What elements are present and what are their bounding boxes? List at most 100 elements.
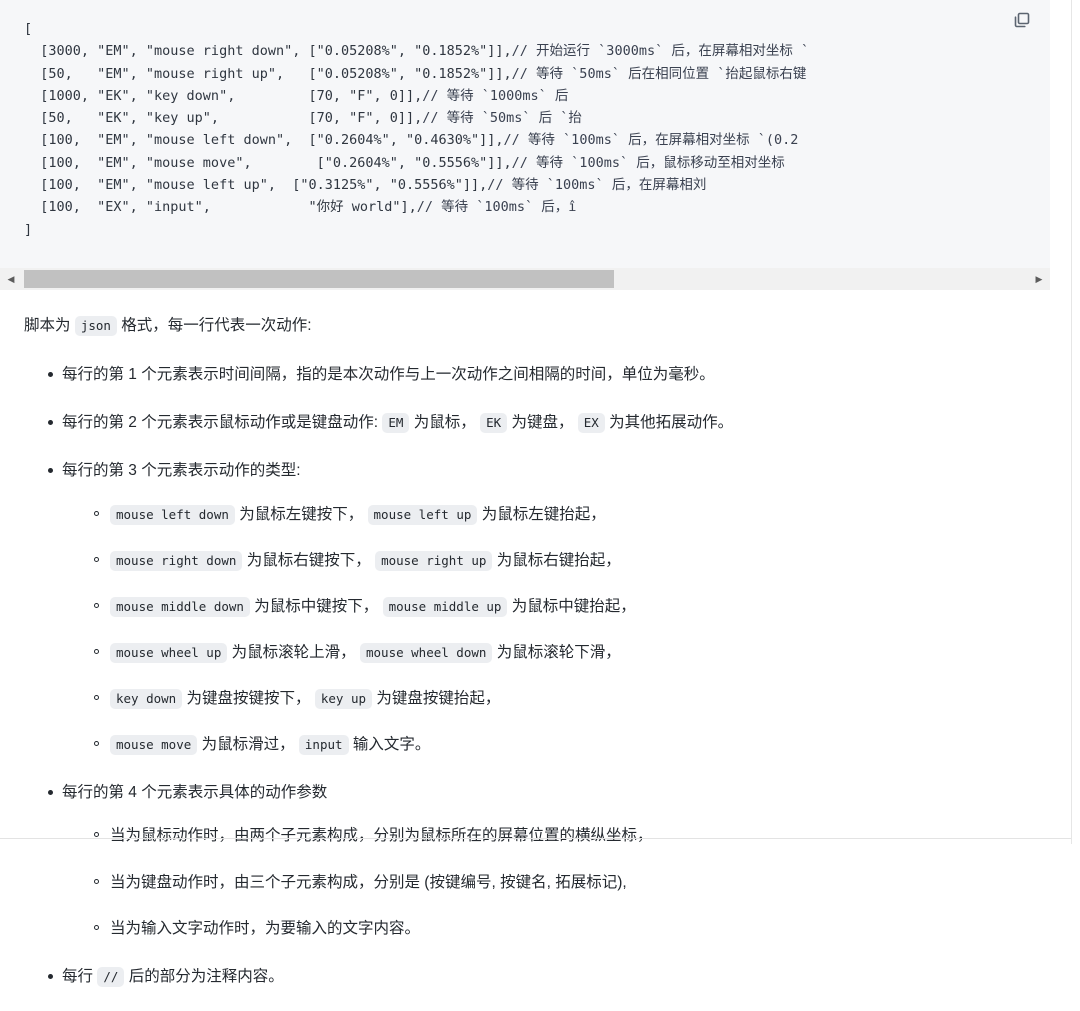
content-column-right-border [1071, 0, 1072, 844]
inline-code-input: input [298, 735, 349, 756]
page-root: [ [3000, "EM", "mouse right down", ["0.0… [0, 0, 1080, 987]
code-line-text: [100, "EX", "input", "你好 world"], [24, 199, 417, 216]
scroll-right-arrow-icon[interactable]: ▶ [1028, 268, 1050, 290]
mouse-middle-down-desc: 为鼠标中键按下， [254, 597, 379, 615]
code-line-text: [50, "EK", "key up", [70, "F", 0]], [24, 110, 423, 127]
code-line-text: [100, "EM", "mouse left down", ["0.2604%… [24, 132, 504, 149]
code-line-text: [ [24, 21, 33, 37]
code-line-comment: // 等待 `50ms` 后在相同位置 `抬起鼠标右键 [511, 65, 807, 82]
list-item-element-3: 每行的第 3 个元素表示动作的类型: mouse left down 为鼠标左键… [48, 457, 1057, 758]
code-line-comment: // 等待 `1000ms` 后 [422, 87, 577, 104]
inline-code-mouse-middle-up: mouse middle up [382, 596, 508, 617]
list-item-mouse-middle: mouse middle down 为鼠标中键按下， mouse middle … [94, 593, 1057, 620]
inline-code-key-down: key down [110, 689, 183, 709]
code-line: [3000, "EM", "mouse right down", ["0.052… [24, 43, 809, 59]
code-line: [100, "EX", "input", "你好 world"],// 等待 `… [24, 199, 576, 215]
scrollbar-thumb[interactable] [24, 270, 614, 288]
list-item-element-1: 每行的第 1 个元素表示时间间隔，指的是本次动作与上一次动作之间相隔的时间，单位… [48, 361, 1057, 388]
mouse-right-up-desc: 为鼠标右键抬起， [496, 551, 621, 569]
list-item-mouse-left: mouse left down 为鼠标左键按下， mouse left up 为… [94, 501, 1057, 528]
inline-code-json: json [74, 316, 117, 336]
code-line-comment: // 等待 `100ms` 后，在屏幕相对坐标 `(0.2 [503, 132, 799, 149]
param-sublist: 当为鼠标动作时，由两个子元素构成，分别为鼠标所在的屏幕位置的横纵坐标， 当为键盘… [62, 822, 1057, 941]
intro-text-before: 脚本为 [24, 317, 71, 334]
list-item-mouse-wheel: mouse wheel up 为鼠标滚轮上滑， mouse wheel down… [94, 639, 1057, 666]
inline-code-double-slash: // [97, 966, 125, 987]
element-4-lead: 每行的第 4 个元素表示具体的动作参数 [62, 784, 328, 802]
code-line: [ [24, 21, 32, 37]
code-line-comment: // 等待 `100ms` 后，鼠标移动至相对坐标 [511, 154, 785, 171]
code-line: [50, "EM", "mouse right up", ["0.05208%"… [24, 66, 806, 82]
inline-code-mouse-left-down: mouse left down [110, 504, 235, 525]
element-2-text-3: 为其他拓展动作。 [609, 414, 734, 432]
mouse-left-down-desc: 为鼠标左键按下， [239, 505, 364, 523]
element-1-text: 每行的第 1 个元素表示时间间隔，指的是本次动作与上一次动作之间相隔的时间，单位… [62, 366, 715, 384]
section-divider [0, 838, 1071, 839]
intro-text-after: 格式，每一行代表一次动作: [121, 317, 312, 334]
intro-paragraph: 脚本为 json 格式，每一行代表一次动作: [24, 312, 1057, 339]
param-input-text: 当为输入文字动作时，为要输入的文字内容。 [110, 919, 421, 937]
inline-code-em: EM [382, 413, 410, 434]
element-2-text-1: 为鼠标， [413, 414, 476, 432]
code-line-text: [100, "EM", "mouse move", ["0.2604%", "0… [24, 154, 512, 171]
comment-note-before: 每行 [62, 967, 94, 985]
code-block: [ [3000, "EM", "mouse right down", ["0.0… [0, 0, 1050, 290]
mouse-middle-up-desc: 为鼠标中键抬起， [511, 597, 636, 615]
code-line-comment: // 开始运行 `3000ms` 后，在屏幕相对坐标 ` [511, 43, 810, 60]
code-line-text: [1000, "EK", "key down", [70, "F", 0]], [24, 87, 423, 104]
param-keyboard-text: 当为键盘动作时，由三个子元素构成，分别是 (按键编号, 按键名, 拓展标记), [110, 873, 627, 891]
list-item-element-4: 每行的第 4 个元素表示具体的动作参数 当为鼠标动作时，由两个子元素构成，分别为… [48, 779, 1057, 942]
code-line: [100, "EM", "mouse left up", ["0.3125%",… [24, 177, 706, 193]
list-item-param-input: 当为输入文字动作时，为要输入的文字内容。 [94, 915, 1057, 942]
inline-code-mouse-left-up: mouse left up [367, 504, 478, 525]
horizontal-scrollbar[interactable]: ◀ ▶ [0, 268, 1050, 290]
list-item-key: key down 为键盘按键按下， key up 为键盘按键抬起， [94, 685, 1057, 712]
spec-list: 每行的第 1 个元素表示时间间隔，指的是本次动作与上一次动作之间相隔的时间，单位… [24, 361, 1057, 990]
code-line-comment: // 等待 `100ms` 后，î [416, 199, 577, 216]
code-line: [100, "EM", "mouse left down", ["0.2604%… [24, 132, 798, 148]
description-section: 脚本为 json 格式，每一行代表一次动作: 每行的第 1 个元素表示时间间隔，… [0, 300, 1071, 1011]
element-3-lead: 每行的第 3 个元素表示动作的类型: [62, 462, 301, 480]
mouse-move-desc: 为鼠标滑过， [201, 736, 295, 754]
param-mouse-text: 当为鼠标动作时，由两个子元素构成，分别为鼠标所在的屏幕位置的横纵坐标， [110, 827, 653, 845]
code-line-text: [3000, "EM", "mouse right down", ["0.052… [24, 43, 512, 60]
key-up-desc: 为键盘按键抬起， [376, 690, 501, 707]
mouse-left-up-desc: 为鼠标左键抬起， [481, 505, 606, 523]
list-item-mouse-move-input: mouse move 为鼠标滑过， input 输入文字。 [94, 731, 1057, 758]
key-down-desc: 为键盘按键按下， [186, 690, 311, 707]
comment-note-after: 后的部分为注释内容。 [128, 967, 284, 985]
inline-code-ek: EK [480, 413, 508, 434]
code-line-text: ] [24, 221, 33, 238]
list-item-mouse-right: mouse right down 为鼠标右键按下， mouse right up… [94, 547, 1057, 574]
code-line-text: [100, "EM", "mouse left up", ["0.3125%",… [24, 177, 488, 194]
inline-code-key-up: key up [314, 689, 373, 709]
code-line-comment: // 等待 `100ms` 后，在屏幕相刘 [487, 177, 707, 194]
element-2-text-2: 为键盘， [511, 414, 574, 432]
code-line: [50, "EK", "key up", [70, "F", 0]],// 等待… [24, 110, 582, 126]
code-content: [ [3000, "EM", "mouse right down", ["0.0… [0, 0, 1050, 241]
inline-code-mouse-right-up: mouse right up [375, 550, 493, 571]
code-line: ] [24, 222, 32, 238]
inline-code-ex: EX [577, 413, 605, 434]
mouse-wheel-down-desc: 为鼠标滚轮下滑， [496, 643, 621, 661]
code-line-comment: // 等待 `50ms` 后 `抬 [422, 110, 582, 127]
code-line: [100, "EM", "mouse move", ["0.2604%", "0… [24, 154, 785, 171]
action-type-sublist: mouse left down 为鼠标左键按下， mouse left up 为… [62, 501, 1057, 759]
copy-icon[interactable] [1010, 8, 1034, 32]
list-item-comment-note: 每行 // 后的部分为注释内容。 [48, 963, 1057, 990]
list-item-param-keyboard: 当为键盘动作时，由三个子元素构成，分别是 (按键编号, 按键名, 拓展标记), [94, 869, 1057, 896]
mouse-right-down-desc: 为鼠标右键按下， [246, 551, 371, 569]
scroll-left-arrow-icon[interactable]: ◀ [0, 268, 22, 290]
scrollbar-track[interactable] [22, 268, 1028, 290]
inline-code-mouse-wheel-down: mouse wheel down [360, 642, 493, 663]
code-line-text: [50, "EM", "mouse right up", ["0.05208%"… [24, 65, 512, 82]
inline-code-mouse-middle-down: mouse middle down [110, 596, 250, 617]
input-desc: 输入文字。 [352, 736, 431, 754]
inline-code-mouse-move: mouse move [110, 735, 198, 756]
inline-code-mouse-right-down: mouse right down [110, 550, 243, 571]
inline-code-mouse-wheel-up: mouse wheel up [110, 642, 228, 663]
code-scroll-viewport[interactable]: [ [3000, "EM", "mouse right down", ["0.0… [0, 0, 1050, 262]
list-item-element-2: 每行的第 2 个元素表示鼠标动作或是键盘动作: EM 为鼠标， EK 为键盘， … [48, 409, 1057, 436]
mouse-wheel-up-desc: 为鼠标滚轮上滑， [231, 643, 356, 661]
element-2-lead: 每行的第 2 个元素表示鼠标动作或是键盘动作: [62, 414, 379, 432]
